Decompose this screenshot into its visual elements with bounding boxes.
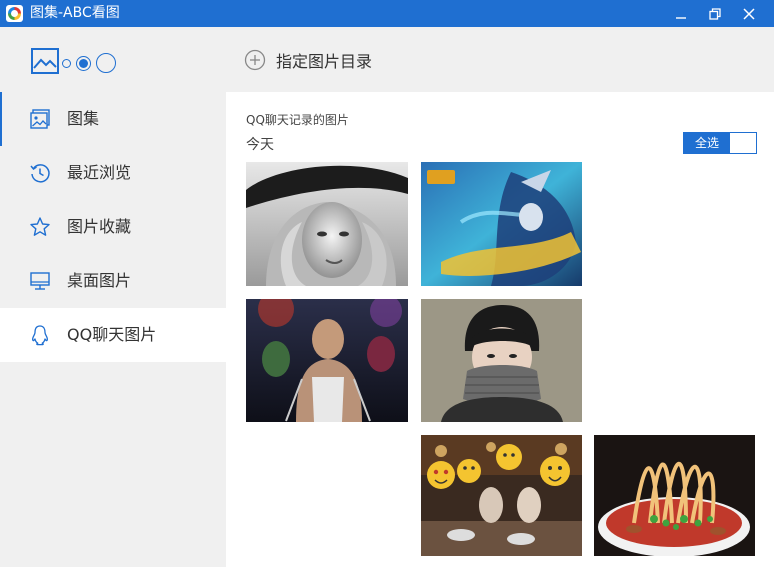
select-all-toggle[interactable]: 全选 bbox=[683, 132, 757, 154]
sidebar-item-label: QQ聊天图片 bbox=[67, 325, 157, 344]
select-all-label: 全选 bbox=[684, 133, 730, 153]
medium-circle-icon bbox=[76, 55, 91, 71]
sidebar-item-desktop[interactable]: 桌面图片 bbox=[0, 254, 226, 308]
toolbar-header: 指定图片目录 bbox=[0, 27, 774, 92]
emoji-party-image bbox=[421, 435, 582, 556]
large-circle-icon bbox=[96, 53, 116, 73]
game-artwork-image bbox=[421, 162, 582, 286]
sidebar-item-album[interactable]: 图集 bbox=[0, 92, 226, 146]
minimize-icon bbox=[676, 16, 686, 19]
title-bar: 图集-ABC看图 bbox=[0, 0, 774, 27]
window-title: 图集-ABC看图 bbox=[30, 5, 120, 21]
app-logo-icon bbox=[6, 5, 23, 22]
image-thumbnail-6[interactable] bbox=[594, 435, 755, 556]
sidebar-item-qq-images[interactable]: QQ聊天图片 bbox=[0, 308, 226, 362]
image-thumbnail-2[interactable] bbox=[421, 162, 582, 286]
restore-icon bbox=[709, 7, 721, 20]
sidebar-item-favorites[interactable]: 图片收藏 bbox=[0, 200, 226, 254]
plus-circle-icon bbox=[244, 49, 266, 71]
small-circle-icon bbox=[62, 58, 71, 68]
sidebar-item-label: 最近浏览 bbox=[67, 163, 132, 182]
close-button[interactable] bbox=[732, 0, 766, 27]
selfie-portrait-image bbox=[421, 299, 582, 422]
movie-poster-image bbox=[246, 299, 408, 422]
sidebar-item-label: 图片收藏 bbox=[67, 217, 132, 236]
image-thumbnail-5[interactable] bbox=[421, 435, 582, 556]
logo-dots bbox=[62, 53, 116, 73]
star-icon bbox=[30, 217, 50, 236]
sidebar-item-label: 桌面图片 bbox=[67, 271, 132, 290]
noodle-bowl-image bbox=[594, 435, 755, 556]
sidebar-item-recent[interactable]: 最近浏览 bbox=[0, 146, 226, 200]
date-group-label: 今天 bbox=[246, 137, 274, 153]
monitor-icon bbox=[30, 272, 50, 290]
section-title: QQ聊天记录的图片 bbox=[246, 113, 349, 127]
image-thumbnail-4[interactable] bbox=[421, 299, 582, 422]
album-icon bbox=[30, 109, 50, 129]
restore-button[interactable] bbox=[698, 0, 732, 27]
qq-penguin-icon bbox=[32, 325, 48, 346]
history-icon bbox=[30, 164, 50, 183]
add-directory-button[interactable]: 指定图片目录 bbox=[244, 48, 372, 72]
sidebar-item-label: 图集 bbox=[67, 109, 100, 128]
close-icon bbox=[743, 7, 755, 20]
image-gallery-panel: QQ聊天记录的图片 今天 全选 bbox=[226, 92, 774, 567]
minimize-button[interactable] bbox=[664, 0, 698, 27]
image-thumbnail-3[interactable] bbox=[246, 299, 408, 422]
add-directory-label: 指定图片目录 bbox=[276, 52, 373, 71]
woman-portrait-image bbox=[246, 162, 408, 286]
picture-logo-icon bbox=[31, 48, 59, 74]
image-thumbnail-1[interactable] bbox=[246, 162, 408, 286]
sidebar: 图集 最近浏览 图片收藏 桌面图片 QQ聊天图片 bbox=[0, 92, 226, 567]
